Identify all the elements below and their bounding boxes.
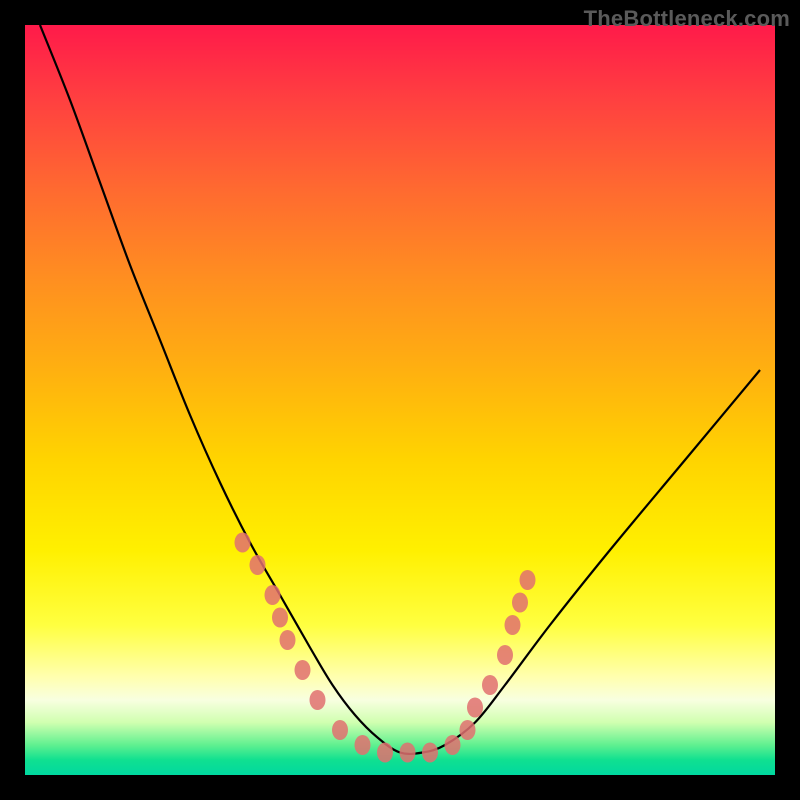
marker-dot [497, 645, 513, 665]
curve-markers [235, 533, 536, 763]
marker-dot [482, 675, 498, 695]
chart-svg [25, 25, 775, 775]
marker-dot [295, 660, 311, 680]
marker-dot [280, 630, 296, 650]
chart-plot-area [25, 25, 775, 775]
marker-dot [265, 585, 281, 605]
marker-dot [520, 570, 536, 590]
marker-dot [400, 743, 416, 763]
marker-dot [235, 533, 251, 553]
marker-dot [310, 690, 326, 710]
marker-dot [377, 743, 393, 763]
marker-dot [445, 735, 461, 755]
chart-frame: TheBottleneck.com [0, 0, 800, 800]
marker-dot [355, 735, 371, 755]
marker-dot [505, 615, 521, 635]
watermark-label: TheBottleneck.com [584, 6, 790, 32]
marker-dot [250, 555, 266, 575]
marker-dot [460, 720, 476, 740]
marker-dot [422, 743, 438, 763]
marker-dot [512, 593, 528, 613]
marker-dot [332, 720, 348, 740]
bottleneck-curve [40, 25, 760, 754]
marker-dot [272, 608, 288, 628]
marker-dot [467, 698, 483, 718]
